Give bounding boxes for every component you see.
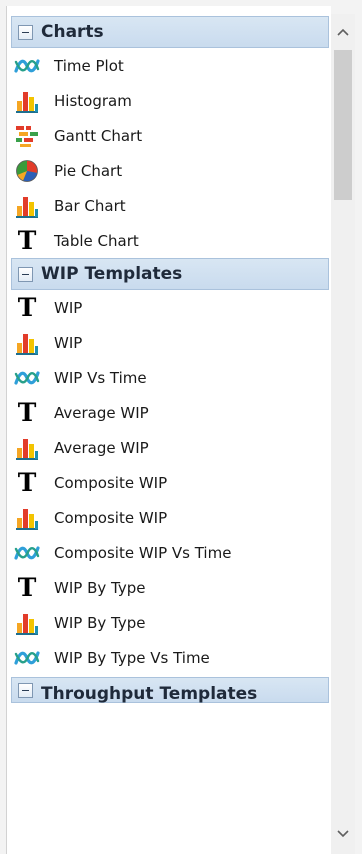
toolbox-item-label: Pie Chart [54,161,123,180]
table-t-icon: T [17,397,37,427]
toolbox-item-label: Time Plot [54,56,124,75]
bar-chart-icon [14,611,40,635]
toolbox-item[interactable]: WIP [7,325,331,360]
toolbox-item-label: Composite WIP [54,508,168,527]
group-header[interactable]: WIP Templates [11,258,329,290]
toolbox-item[interactable]: T Composite WIP [7,465,331,500]
time-plot-icon [14,646,40,670]
bar-chart-icon [14,331,40,355]
toolbox-item[interactable]: Histogram [7,83,331,118]
time-plot-icon [14,541,40,565]
bar-chart-icon [14,194,40,218]
scrollbar-thumb[interactable] [334,50,352,200]
group-header[interactable]: Throughput Templates [11,677,329,704]
toolbox-item[interactable]: Gantt Chart [7,118,331,153]
table-t-icon: T [17,292,37,322]
bar-chart-icon [14,436,40,460]
toolbox-item[interactable]: Composite WIP Vs Time [7,535,331,570]
chart-toolbox-window: Charts Time Plot Histogram Gantt Chart Pie C… [0,0,362,854]
collapse-icon[interactable] [18,682,33,698]
toolbox-item[interactable]: WIP By Type [7,605,331,640]
toolbox-item[interactable]: WIP Vs Time [7,360,331,395]
table-t-icon: T [17,225,37,255]
toolbox-item-label: Composite WIP [54,473,168,492]
chart-toolbox-panel: Charts Time Plot Histogram Gantt Chart Pie C… [6,6,331,854]
toolbox-item-label: WIP By Type [54,578,146,597]
toolbox-item[interactable]: Bar Chart [7,188,331,223]
toolbox-item-label: Table Chart [54,231,139,250]
toolbox-item-label: Gantt Chart [54,126,143,145]
pie-chart-icon [14,159,40,183]
toolbox-item[interactable]: Average WIP [7,430,331,465]
group-title: Charts [41,22,104,42]
table-t-icon: T [17,467,37,497]
chevron-down-icon[interactable] [331,822,355,846]
toolbox-item[interactable]: Time Plot [7,48,331,83]
gantt-chart-icon [14,124,40,148]
vertical-scrollbar[interactable] [331,14,355,854]
toolbox-item[interactable]: T Table Chart [7,223,331,258]
toolbox-item[interactable]: Pie Chart [7,153,331,188]
toolbox-item-label: Average WIP [54,403,149,422]
toolbox-item[interactable]: Composite WIP [7,500,331,535]
time-plot-icon [14,54,40,78]
toolbox-item[interactable]: WIP By Type Vs Time [7,640,331,675]
group-header[interactable]: Charts [11,16,329,48]
toolbox-item[interactable]: T WIP By Type [7,570,331,605]
toolbox-item-label: Bar Chart [54,196,126,215]
chevron-up-icon[interactable] [331,20,355,44]
toolbox-item-label: WIP [54,333,83,352]
toolbox-item-label: Histogram [54,91,132,110]
toolbox-item-label: Average WIP [54,438,149,457]
toolbox-list: Charts Time Plot Histogram Gantt Chart Pie C… [7,6,331,704]
toolbox-item-label: Composite WIP Vs Time [54,543,232,562]
toolbox-item[interactable]: T Average WIP [7,395,331,430]
group-title: WIP Templates [41,264,183,284]
collapse-icon[interactable] [18,24,33,40]
collapse-icon[interactable] [18,266,33,282]
bar-chart-icon [14,506,40,530]
toolbox-item-label: WIP By Type [54,613,146,632]
group-title: Throughput Templates [41,684,258,704]
toolbox-item-label: WIP Vs Time [54,368,147,387]
time-plot-icon [14,366,40,390]
table-t-icon: T [17,572,37,602]
toolbox-item[interactable]: T WIP [7,290,331,325]
bar-chart-icon [14,89,40,113]
toolbox-item-label: WIP By Type Vs Time [54,648,210,667]
toolbox-item-label: WIP [54,298,83,317]
